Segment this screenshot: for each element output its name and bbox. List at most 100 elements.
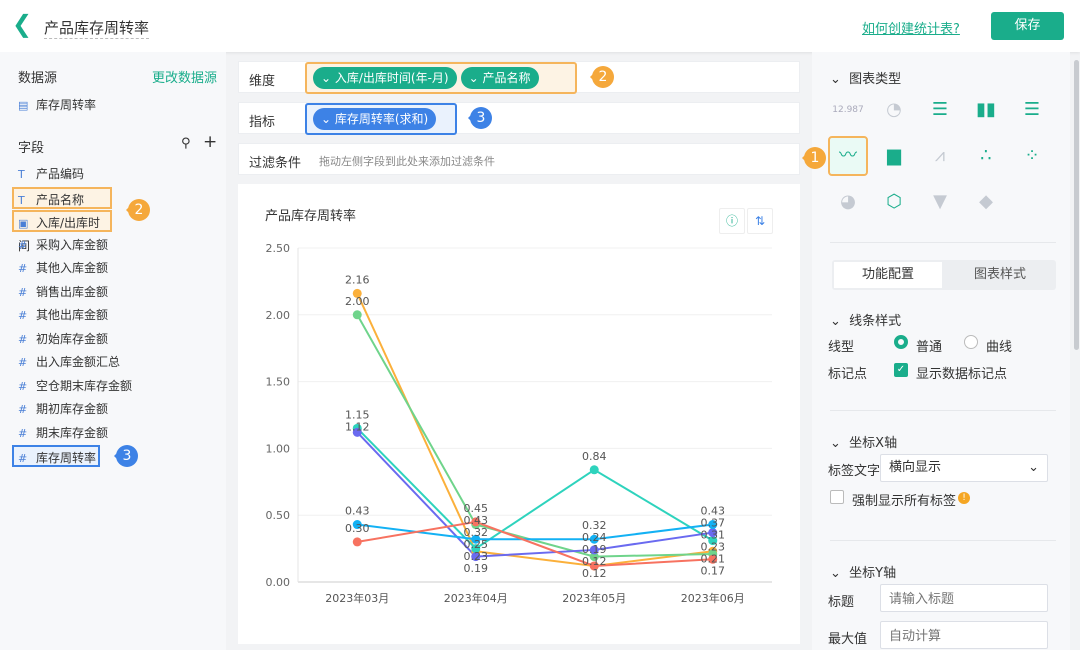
chart-type-column-icon[interactable]: ▮▮ xyxy=(966,90,1006,130)
add-icon[interactable]: + xyxy=(203,132,217,152)
y-tick-label: 1.50 xyxy=(266,376,291,389)
marker-label: 标记点 xyxy=(828,367,868,382)
y-tick-label: 1.00 xyxy=(266,442,291,455)
number-type-icon: # xyxy=(18,285,28,299)
change-datasource-link[interactable]: 更改数据源 xyxy=(152,67,217,86)
ytitle-input[interactable] xyxy=(880,584,1048,612)
field-item[interactable]: T 产品名称 xyxy=(12,186,112,209)
field-item[interactable]: # 销售出库金额 xyxy=(14,281,108,303)
datasource-item[interactable]: ▤ 库存周转率 xyxy=(14,94,96,116)
x-tick-label: 2023年03月 xyxy=(325,591,389,605)
scrollbar[interactable] xyxy=(1074,60,1079,350)
chart-type-section[interactable]: ⌄ 图表类型 xyxy=(830,68,901,87)
data-label: 0.17 xyxy=(701,565,726,578)
chart-type-funnel-icon[interactable]: ▼ xyxy=(920,182,960,222)
datasource-label: 数据源 xyxy=(18,71,58,86)
x-tick-label: 2023年05月 xyxy=(562,591,626,605)
chart-type-line-icon[interactable]: 〰 xyxy=(828,136,868,176)
fields-label: 字段 xyxy=(18,141,45,156)
series-line xyxy=(356,293,713,567)
number-type-icon: # xyxy=(18,452,28,465)
force-labels-checkbox[interactable] xyxy=(830,490,844,504)
data-label: 0.30 xyxy=(345,522,370,535)
help-link[interactable]: 如何创建统计表? xyxy=(862,18,960,37)
field-item[interactable]: # 采购入库金额 xyxy=(14,234,108,256)
radio-normal[interactable] xyxy=(894,335,908,349)
dimension-pill[interactable]: ⌄ 产品名称 xyxy=(460,67,539,89)
xaxis-section[interactable]: ⌄ 坐标X轴 xyxy=(830,432,897,451)
data-label: 1.12 xyxy=(345,420,370,433)
field-item[interactable]: T 产品编码 xyxy=(14,163,84,185)
field-item[interactable]: # 其他入库金额 xyxy=(14,257,108,279)
number-type-icon: # xyxy=(18,238,28,252)
warning-icon[interactable]: ! xyxy=(958,492,970,504)
number-type-icon: # xyxy=(18,309,28,322)
chart-type-radar-icon[interactable]: ⬡ xyxy=(874,182,914,222)
chart-type-number-icon[interactable]: 12.987 xyxy=(828,90,868,130)
field-item[interactable]: # 出入库金额汇总 xyxy=(14,351,120,373)
field-item[interactable]: # 其他出库金额 xyxy=(14,304,108,326)
tab-function-config[interactable]: 功能配置 xyxy=(834,262,942,288)
number-type-icon: # xyxy=(18,426,28,440)
chart-type-map-icon[interactable]: ◆ xyxy=(966,182,1006,222)
data-label: 2.16 xyxy=(345,273,370,286)
metric-pill[interactable]: ⌄ 库存周转率(求和) xyxy=(313,108,437,130)
chart-type-table-icon[interactable]: ☰ xyxy=(920,90,960,130)
metric-row[interactable]: 指标 ⌄ 库存周转率(求和) xyxy=(238,102,800,135)
divider xyxy=(830,540,1056,541)
dimension-drop[interactable]: ⌄ 入库/出库时间(年-月) ⌄ 产品名称 xyxy=(305,62,577,94)
chart-type-pie-icon[interactable]: ◕ xyxy=(828,182,868,222)
dimension-pill[interactable]: ⌄ 入库/出库时间(年-月) xyxy=(313,67,457,89)
header: ❮ 产品库存周转率 如何创建统计表? 保存 xyxy=(0,0,1080,52)
yaxis-section[interactable]: ⌄ 坐标Y轴 xyxy=(830,562,896,581)
number-type-icon: # xyxy=(18,356,28,369)
divider xyxy=(830,410,1056,411)
data-point xyxy=(352,537,362,547)
field-item[interactable]: # 期初库存金额 xyxy=(14,398,108,420)
back-chevron-icon[interactable]: ❮ xyxy=(12,12,32,36)
text-type-icon: T xyxy=(18,168,25,181)
config-tabs: 功能配置 图表样式 xyxy=(832,260,1056,290)
marker-checkbox[interactable]: ✓ xyxy=(894,363,908,377)
chart-type-area-icon[interactable]: ▆ xyxy=(874,136,914,176)
tab-chart-style[interactable]: 图表样式 xyxy=(946,262,1054,288)
marker-option-label: 显示数据标记点 xyxy=(916,367,1008,382)
number-type-icon: # xyxy=(18,379,28,393)
field-item[interactable]: # 期末库存金额 xyxy=(14,422,108,444)
tick-text-select[interactable]: 横向显示 ⌄ xyxy=(880,454,1048,482)
x-tick-label: 2023年06月 xyxy=(681,591,745,605)
chart-type-gauge-icon[interactable]: ◔ xyxy=(874,90,914,130)
filter-row[interactable]: 过滤条件 拖动左侧字段到此处来添加过滤条件 xyxy=(238,143,800,175)
number-type-icon: # xyxy=(18,403,28,416)
dimension-row[interactable]: 维度 ⌄ 入库/出库时间(年-月) ⌄ 产品名称 xyxy=(238,61,800,94)
dimension-label: 维度 xyxy=(249,74,276,89)
radio-normal-label: 普通 xyxy=(916,340,943,355)
step-badge-1: 1 xyxy=(802,147,826,169)
line-style-section[interactable]: ⌄ 线条样式 xyxy=(830,310,901,329)
chart-type-bubble-icon[interactable]: ⁘ xyxy=(1012,136,1052,176)
field-item[interactable]: # 初始库存金额 xyxy=(14,328,108,350)
chart-type-scatter-icon[interactable]: ∴ xyxy=(966,136,1006,176)
series-line xyxy=(356,314,713,558)
metric-label: 指标 xyxy=(249,115,276,130)
chart-type-combo-icon[interactable]: ⩘ xyxy=(920,136,960,176)
radio-curve[interactable] xyxy=(964,335,978,349)
date-type-icon: ▣ xyxy=(18,217,29,230)
metric-drop[interactable]: ⌄ 库存周转率(求和) xyxy=(305,103,457,135)
data-label: 2.00 xyxy=(345,295,370,308)
x-tick-label: 2023年04月 xyxy=(444,591,508,605)
step-badge-3: 3 xyxy=(468,107,492,129)
chart-type-bar-icon[interactable]: ☰ xyxy=(1012,90,1052,130)
field-item[interactable]: # 库存周转率 xyxy=(12,445,100,467)
ymax-input[interactable] xyxy=(880,621,1048,649)
y-tick-label: 0.50 xyxy=(266,509,291,522)
field-item[interactable]: # 空仓期末库存金额 xyxy=(14,375,132,397)
search-icon[interactable]: ⚲ xyxy=(181,136,191,151)
field-item[interactable]: ▣ 入库/出库时间 xyxy=(12,210,112,253)
y-tick-label: 2.00 xyxy=(266,309,291,322)
divider xyxy=(830,242,1056,243)
save-button[interactable]: 保存 xyxy=(991,12,1064,40)
data-label: 0.19 xyxy=(464,562,489,575)
line-chart: 0.00 0.50 1.00 1.50 2.00 2.50 2023年03月 2023年04月… xyxy=(266,242,772,605)
page-title[interactable]: 产品库存周转率 xyxy=(44,17,150,39)
